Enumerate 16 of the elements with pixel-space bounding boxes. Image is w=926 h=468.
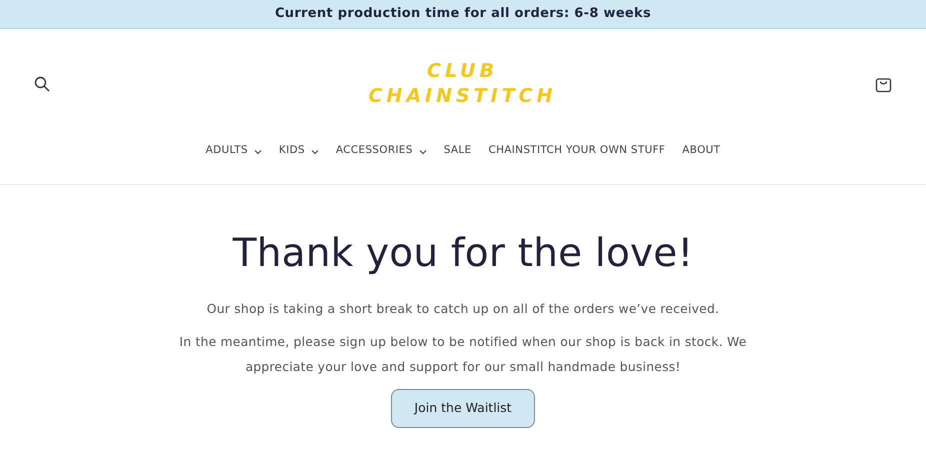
page-heading: Thank you for the love! xyxy=(232,231,694,278)
nav-link[interactable]: KIDS xyxy=(278,143,319,159)
body-text: In the meantime, please sign up below to be notified when our shop is back in stock. We appreciate your love and support for our small handmade business! xyxy=(178,332,748,376)
caret-icon xyxy=(254,149,262,156)
waitlist-button[interactable]: Join the Waitlist xyxy=(391,388,535,428)
caret-icon xyxy=(418,149,427,156)
caret-icon xyxy=(310,149,319,156)
nav-link[interactable]: ABOUT xyxy=(682,143,720,159)
cart-icon[interactable] xyxy=(874,76,892,92)
nav-link[interactable]: SALE xyxy=(444,143,472,159)
announcement-text: Current production time for all orders: 6-8 weeks xyxy=(274,5,652,24)
body-text: Our shop is taking a short break to catch up on all of the orders we’ve received. xyxy=(206,300,720,318)
nav-link[interactable]: ADULTS xyxy=(206,143,262,159)
nav-link[interactable]: CHAINSTITCH YOUR OWN STUFF xyxy=(488,143,666,159)
search-icon[interactable] xyxy=(34,76,50,92)
nav-link[interactable]: ACCESSORIES xyxy=(336,143,427,159)
